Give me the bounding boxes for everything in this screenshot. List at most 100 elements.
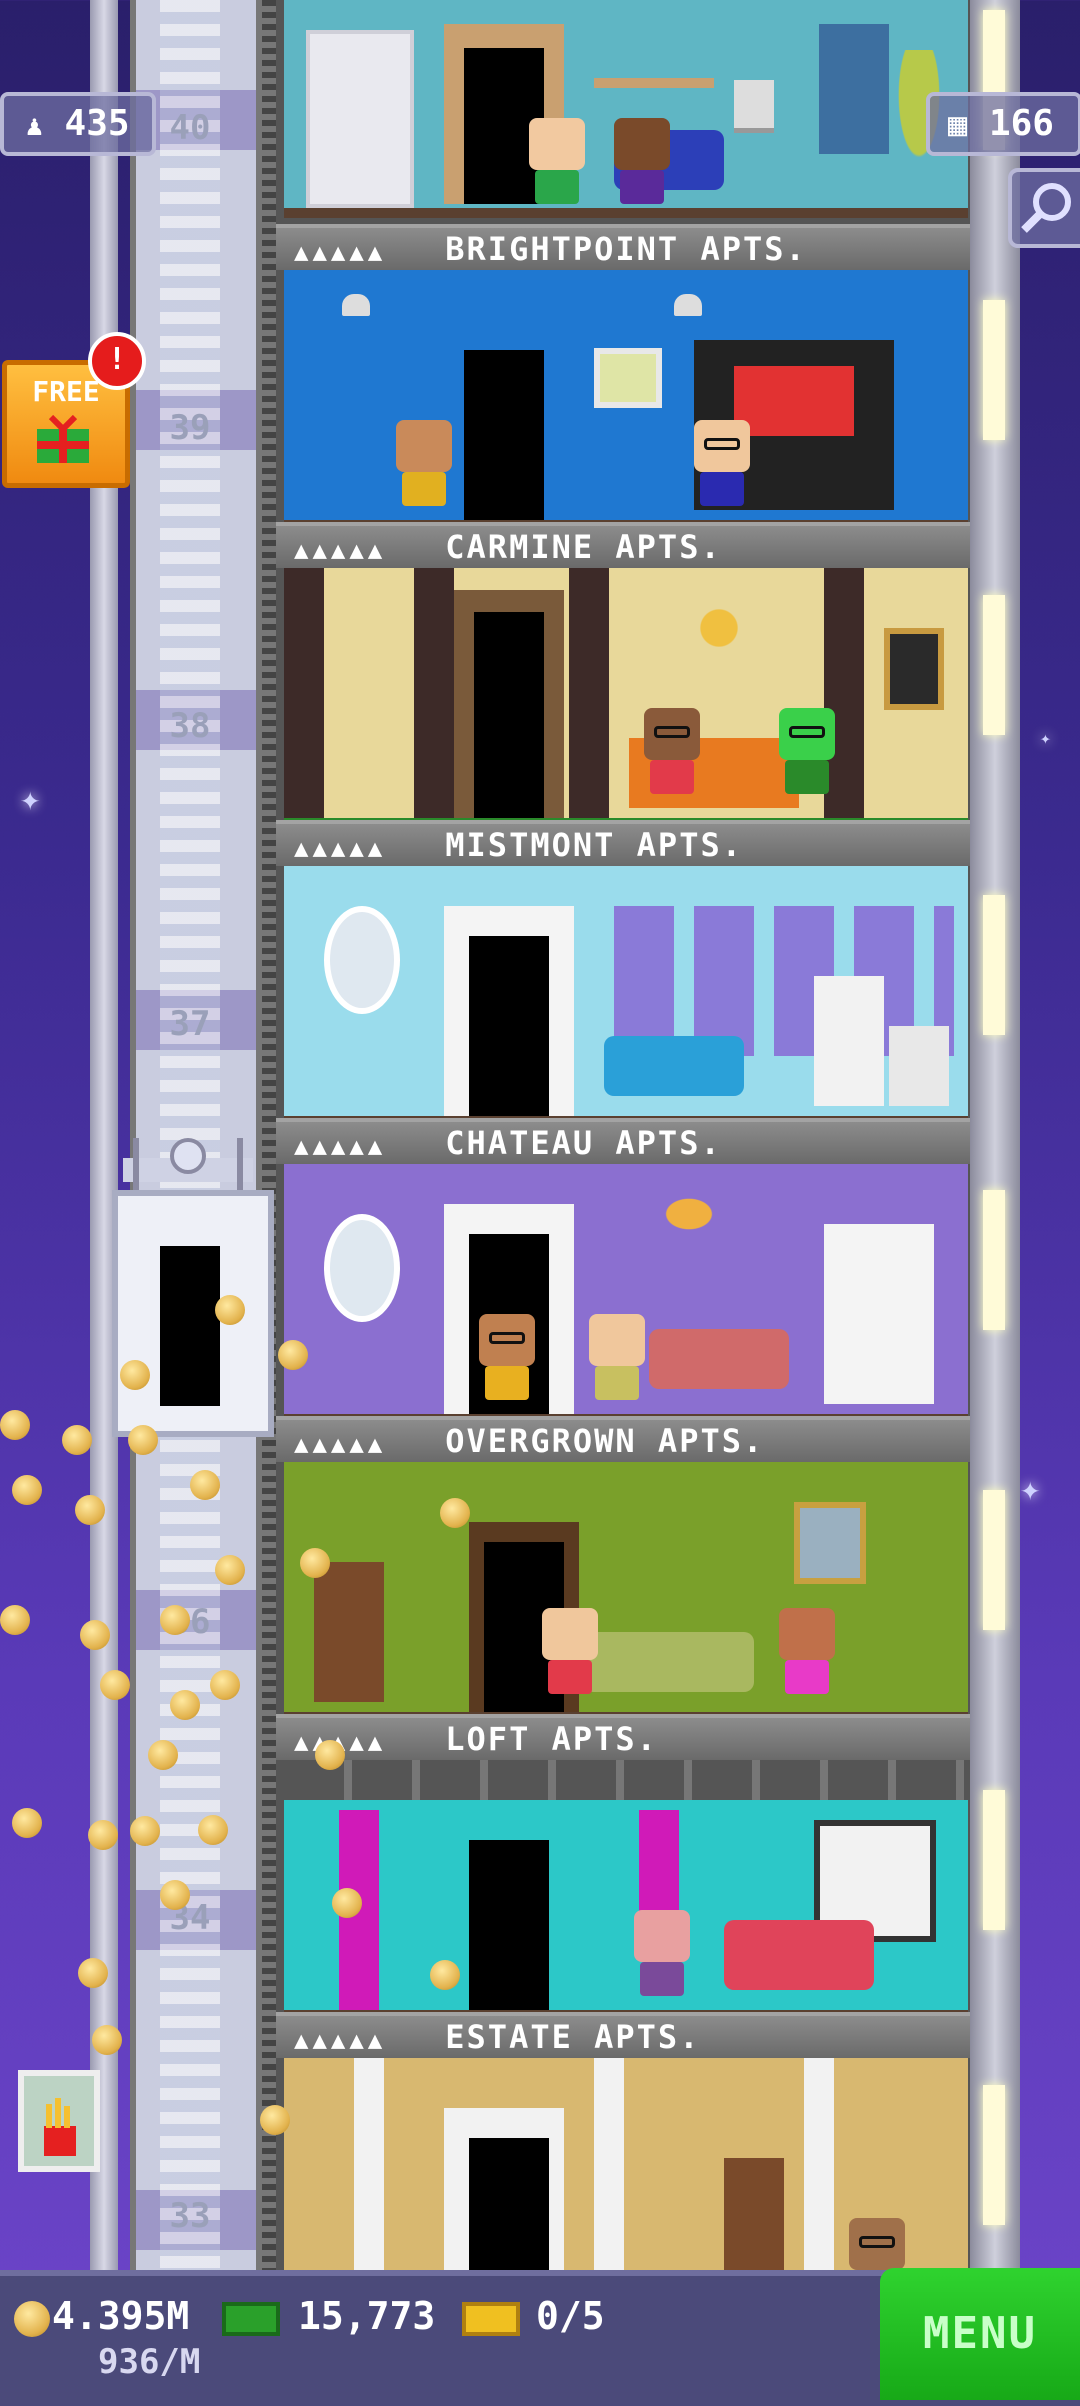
ceiling-lamp bbox=[342, 294, 370, 316]
income-value: 936/M bbox=[98, 2342, 201, 2382]
coins-value: 4.395M bbox=[52, 2294, 190, 2338]
floor-sign: ▲▲▲▲▲ CHATEAU APTS. bbox=[276, 1118, 970, 1164]
floor-name: CARMINE APTS. bbox=[445, 528, 722, 566]
floor-number: 40 bbox=[169, 108, 211, 148]
resident[interactable] bbox=[589, 1314, 645, 1400]
resident[interactable] bbox=[849, 2218, 905, 2270]
wall-picture bbox=[884, 628, 944, 710]
alert-badge: ! bbox=[88, 332, 146, 390]
room-mistmont[interactable] bbox=[284, 568, 968, 828]
bux-value: 15,773 bbox=[298, 2294, 436, 2338]
coin-icon bbox=[75, 1495, 105, 1525]
room-carmine[interactable] bbox=[284, 270, 968, 530]
coin-icon bbox=[190, 1470, 220, 1500]
coin-icon bbox=[198, 1815, 228, 1845]
chandelier bbox=[644, 1184, 734, 1244]
coin-icon bbox=[100, 1670, 130, 1700]
sky-sparkle: ✦ bbox=[20, 779, 41, 819]
bux-icon bbox=[222, 2302, 280, 2336]
loft-beams bbox=[284, 1760, 968, 1800]
room-door bbox=[469, 936, 549, 1116]
coin-icon bbox=[215, 1555, 245, 1585]
sofa bbox=[604, 1036, 744, 1096]
floor-sign: ▲▲▲▲▲ ESTATE APTS. bbox=[276, 2012, 970, 2058]
sofa bbox=[584, 1632, 754, 1692]
floor-name: BRIGHTPOINT APTS. bbox=[445, 230, 807, 268]
resident[interactable] bbox=[614, 118, 670, 204]
resident[interactable] bbox=[396, 420, 452, 506]
resident-icons: ▲▲▲▲▲ bbox=[294, 834, 387, 862]
fridge bbox=[814, 976, 884, 1106]
room-estate[interactable] bbox=[284, 2058, 968, 2270]
resident[interactable] bbox=[542, 1608, 598, 1694]
room-brightpoint[interactable] bbox=[284, 0, 968, 218]
menu-button[interactable]: MENU bbox=[880, 2268, 1080, 2400]
floors-counter[interactable]: ▦ 166 bbox=[926, 92, 1080, 156]
pillar bbox=[284, 568, 324, 818]
floor-sign: ▲▲▲▲▲ LOFT APTS. bbox=[276, 1714, 970, 1760]
column-light bbox=[983, 595, 1005, 735]
wall-mirror bbox=[324, 906, 400, 1014]
coin-icon bbox=[80, 1620, 110, 1650]
person-icon: ♟ bbox=[26, 109, 43, 142]
floor-name: CHATEAU APTS. bbox=[445, 1124, 722, 1162]
elevator-car[interactable] bbox=[112, 1138, 274, 1437]
stove bbox=[889, 1026, 949, 1106]
resident[interactable] bbox=[779, 1608, 835, 1694]
sky-sparkle: ✦ bbox=[1020, 1469, 1041, 1509]
coin-icon bbox=[440, 1498, 470, 1528]
resident[interactable] bbox=[779, 708, 835, 794]
floor-sign: ▲▲▲▲▲ BRIGHTPOINT APTS. bbox=[276, 224, 970, 270]
window-shutter bbox=[819, 24, 889, 154]
shelf bbox=[594, 78, 714, 88]
elevator-door bbox=[160, 1246, 220, 1406]
coin-icon bbox=[260, 2105, 290, 2135]
room-door bbox=[464, 350, 544, 520]
resident-icons: ▲▲▲▲▲ bbox=[294, 2026, 387, 2054]
sofa bbox=[724, 1920, 874, 1990]
column bbox=[594, 2058, 624, 2270]
coin-icon bbox=[300, 1548, 330, 1578]
column-light bbox=[983, 300, 1005, 440]
room-chateau-purple[interactable] bbox=[284, 1164, 968, 1424]
coin-icon bbox=[210, 1670, 240, 1700]
column-light bbox=[983, 895, 1005, 1035]
column-light bbox=[983, 1490, 1005, 1630]
sofa bbox=[649, 1329, 789, 1389]
coin-icon bbox=[332, 1888, 362, 1918]
tower-right-column bbox=[970, 0, 1020, 2270]
room-loft[interactable] bbox=[284, 1760, 968, 2020]
floor-number: 38 bbox=[169, 706, 211, 746]
cabinet bbox=[824, 1224, 934, 1404]
wall-picture bbox=[594, 348, 662, 408]
room-door bbox=[469, 2138, 549, 2270]
column bbox=[804, 2058, 834, 2270]
resident[interactable] bbox=[479, 1314, 535, 1400]
floor-sign: ▲▲▲▲▲ CARMINE APTS. bbox=[276, 522, 970, 568]
column-light bbox=[983, 1790, 1005, 1930]
resident[interactable] bbox=[529, 118, 585, 204]
ceiling-lamp bbox=[674, 294, 702, 316]
floor-name: LOFT APTS. bbox=[445, 1720, 658, 1758]
room-chateau-blue[interactable] bbox=[284, 866, 968, 1126]
coin-icon bbox=[148, 1740, 178, 1770]
resident[interactable] bbox=[634, 1910, 690, 1996]
shaft-cable bbox=[262, 0, 276, 2270]
resident[interactable] bbox=[694, 420, 750, 506]
room-overgrown[interactable] bbox=[284, 1462, 968, 1722]
coin-icon bbox=[430, 1960, 460, 1990]
coin-icon bbox=[12, 1475, 42, 1505]
column-light bbox=[983, 1190, 1005, 1330]
coin-icon bbox=[120, 1360, 150, 1390]
fries-ad-icon[interactable] bbox=[18, 2070, 100, 2172]
wall-picture bbox=[794, 1502, 866, 1584]
resident[interactable] bbox=[644, 708, 700, 794]
population-counter[interactable]: ♟ 435 bbox=[0, 92, 156, 156]
tv-screen bbox=[734, 366, 854, 436]
coin-icon bbox=[278, 1340, 308, 1370]
bookshelf bbox=[306, 30, 414, 208]
building-icon: ▦ bbox=[948, 105, 968, 143]
floor-number: 37 bbox=[169, 1004, 211, 1044]
magnifier-icon[interactable] bbox=[1008, 168, 1080, 248]
coin-icon bbox=[0, 1410, 30, 1440]
